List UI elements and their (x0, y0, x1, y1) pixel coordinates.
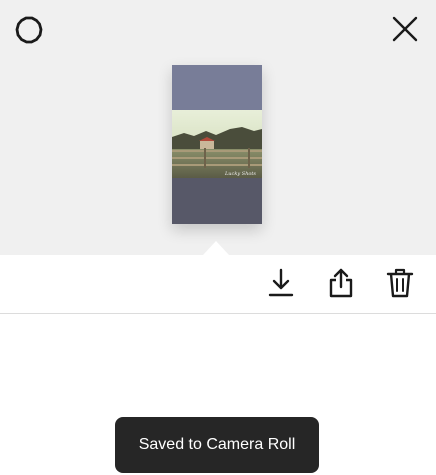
close-button[interactable] (388, 14, 422, 48)
preview-area: Lucky Shots (0, 0, 436, 255)
toast-notification: Saved to Camera Roll (115, 417, 319, 473)
share-button[interactable] (323, 267, 359, 303)
action-toolbar (0, 255, 436, 314)
selection-pointer (203, 241, 229, 255)
saved-photo-thumbnail[interactable]: Lucky Shots (172, 65, 262, 224)
share-icon (327, 268, 355, 303)
photo-watermark: Lucky Shots (224, 171, 256, 177)
trash-icon (386, 268, 414, 303)
download-button[interactable] (263, 267, 299, 303)
gear-icon (14, 15, 44, 50)
story-save-screen: Lucky Shots Saved to Camera Roll (0, 0, 436, 475)
delete-button[interactable] (382, 267, 418, 303)
download-icon (267, 268, 295, 303)
close-icon (391, 15, 419, 48)
toast-message: Saved to Camera Roll (138, 436, 296, 453)
settings-button[interactable] (12, 15, 46, 49)
